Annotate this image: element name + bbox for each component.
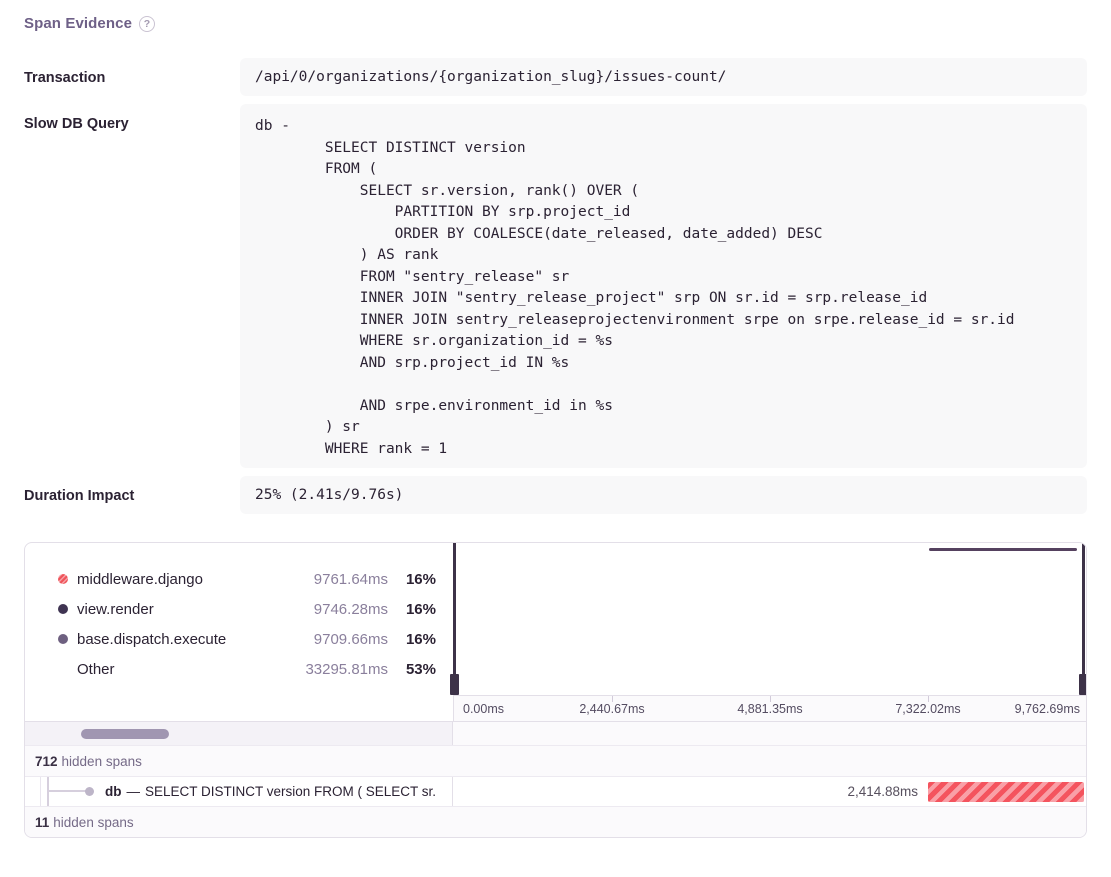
- span-tree-dot-icon: [85, 787, 94, 796]
- time-axis-spacer: [25, 695, 453, 721]
- minimap-right-grip[interactable]: [1079, 674, 1087, 695]
- op-duration: 9709.66ms: [278, 631, 388, 648]
- span-tree: middleware.django 9761.64ms 16% view.ren…: [24, 542, 1087, 838]
- span-query-preview: SELECT DISTINCT version FROM ( SELECT sr…: [145, 784, 436, 799]
- op-percent: 16%: [388, 631, 436, 648]
- minimap-left-grip[interactable]: [450, 674, 459, 695]
- span-duration-cell: 2,414.88ms: [453, 777, 1086, 806]
- op-percent: 16%: [388, 571, 436, 588]
- slow-db-query-row: Slow DB Query db - SELECT DISTINCT versi…: [24, 104, 1087, 468]
- axis-label: 0.00ms: [463, 702, 504, 716]
- panel-header: Span Evidence ?: [24, 15, 1087, 32]
- tree-column-divider: [40, 777, 41, 806]
- op-dot-view-render-icon: [58, 604, 68, 614]
- help-icon[interactable]: ?: [139, 16, 155, 32]
- axis-label: 2,440.67ms: [579, 702, 644, 716]
- slow-db-query-sql: db - SELECT DISTINCT version FROM ( SELE…: [240, 104, 1087, 468]
- hidden-spans-count: 712: [35, 754, 58, 769]
- op-duration: 33295.81ms: [278, 661, 388, 678]
- transaction-value-box: /api/0/organizations/{organization_slug}…: [240, 58, 1087, 96]
- span-description: db — SELECT DISTINCT version FROM ( SELE…: [105, 777, 436, 806]
- scrollbar-track[interactable]: [25, 722, 453, 745]
- scrollbar-row-filler: [453, 722, 1086, 745]
- span-evidence-panel: Span Evidence ? Transaction /api/0/organ…: [0, 0, 1111, 877]
- transaction-label: Transaction: [24, 58, 240, 96]
- op-percent: 53%: [388, 661, 436, 678]
- transaction-value: /api/0/organizations/{organization_slug}…: [255, 69, 726, 85]
- op-percent: 16%: [388, 601, 436, 618]
- hidden-spans-count: 11: [35, 815, 49, 830]
- legend-row: base.dispatch.execute 9709.66ms 16%: [25, 624, 453, 654]
- minimap-left-handle[interactable]: [453, 543, 456, 695]
- span-duration: 2,414.88ms: [847, 784, 918, 799]
- legend-row: middleware.django 9761.64ms 16%: [25, 564, 453, 594]
- panel-title: Span Evidence: [24, 15, 132, 32]
- hidden-spans-label: hidden spans: [53, 815, 133, 830]
- op-name: Other: [77, 661, 278, 678]
- horizontal-scrollbar-row: [25, 721, 1086, 745]
- minimap-span-bar: [929, 548, 1077, 551]
- slow-db-query-label: Slow DB Query: [24, 104, 240, 468]
- duration-impact-value: 25% (2.41s/9.76s): [255, 487, 403, 503]
- op-dot-base-dispatch-execute-icon: [58, 634, 68, 644]
- span-tree-header: middleware.django 9761.64ms 16% view.ren…: [25, 543, 1086, 695]
- op-duration: 9746.28ms: [278, 601, 388, 618]
- duration-impact-value-box: 25% (2.41s/9.76s): [240, 476, 1087, 514]
- span-row-db[interactable]: db — SELECT DISTINCT version FROM ( SELE…: [25, 776, 1086, 806]
- duration-impact-row: Duration Impact 25% (2.41s/9.76s): [24, 476, 1087, 514]
- op-breakdown-legend: middleware.django 9761.64ms 16% view.ren…: [25, 543, 453, 695]
- hidden-spans-row-bottom: 11 hidden spans: [25, 806, 1086, 837]
- span-op: db: [105, 784, 122, 799]
- time-axis-row: 0.00ms 2,440.67ms 4,881.35ms 7,322.02ms …: [25, 695, 1086, 721]
- legend-row: Other 33295.81ms 53%: [25, 654, 453, 684]
- hidden-spans-label: hidden spans: [62, 754, 142, 769]
- legend-row: view.render 9746.28ms 16%: [25, 594, 453, 624]
- trace-minimap: [453, 543, 1086, 695]
- time-axis: 0.00ms 2,440.67ms 4,881.35ms 7,322.02ms …: [453, 695, 1086, 721]
- axis-label: 9,762.69ms: [1015, 702, 1080, 716]
- transaction-row: Transaction /api/0/organizations/{organi…: [24, 58, 1087, 96]
- scrollbar-thumb[interactable]: [81, 729, 169, 739]
- op-duration: 9761.64ms: [278, 571, 388, 588]
- hidden-spans-row-top: 712 hidden spans: [25, 745, 1086, 776]
- axis-label: 7,322.02ms: [895, 702, 960, 716]
- duration-impact-label: Duration Impact: [24, 476, 240, 514]
- op-name: view.render: [77, 601, 278, 618]
- span-duration-bar[interactable]: [928, 782, 1084, 802]
- op-dot-middleware-django-icon: [58, 574, 68, 584]
- span-separator: —: [127, 784, 141, 799]
- op-name: base.dispatch.execute: [77, 631, 278, 648]
- op-name: middleware.django: [77, 571, 278, 588]
- tree-connector-horizontal: [47, 790, 88, 792]
- axis-label: 4,881.35ms: [737, 702, 802, 716]
- minimap-right-handle[interactable]: [1082, 543, 1085, 695]
- span-description-cell: db — SELECT DISTINCT version FROM ( SELE…: [25, 777, 453, 806]
- slow-db-query-value-box: db - SELECT DISTINCT version FROM ( SELE…: [240, 104, 1087, 468]
